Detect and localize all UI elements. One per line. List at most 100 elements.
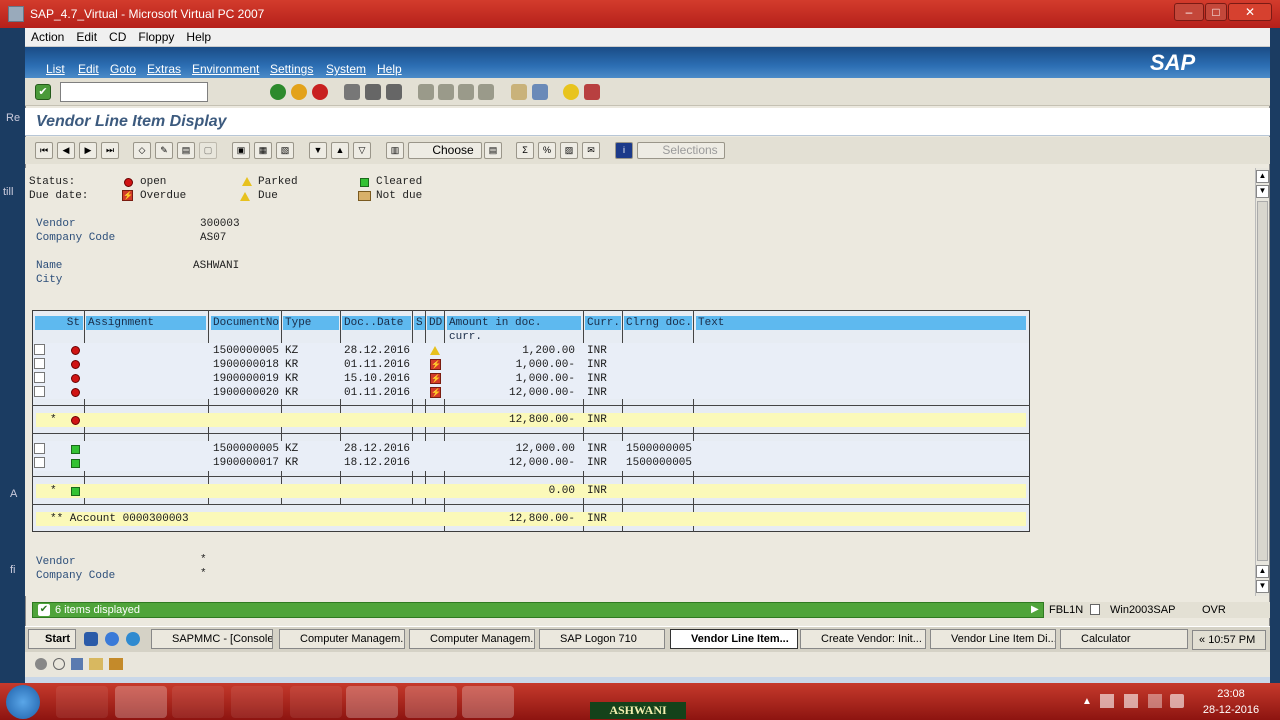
back-icon[interactable] bbox=[270, 84, 286, 100]
menu-floppy[interactable]: Floppy bbox=[132, 28, 180, 46]
col-header-amount[interactable]: Amount in doc. curr. bbox=[447, 316, 581, 343]
quick-launch-icon[interactable] bbox=[84, 632, 98, 646]
mouse-icon[interactable] bbox=[35, 658, 47, 670]
new-session-icon[interactable] bbox=[511, 84, 527, 100]
taskbar-item[interactable]: Calculator bbox=[1060, 629, 1188, 649]
detail-icon[interactable]: ▧ bbox=[276, 142, 294, 159]
previous-item-icon[interactable]: ◀ bbox=[57, 142, 75, 159]
help-icon[interactable] bbox=[563, 84, 579, 100]
document-number[interactable]: 1900000017 bbox=[213, 456, 279, 470]
row-checkbox[interactable] bbox=[34, 372, 45, 383]
document-number[interactable]: 1900000018 bbox=[213, 358, 279, 372]
row-checkbox[interactable] bbox=[34, 344, 45, 355]
document-number[interactable]: 1900000019 bbox=[213, 372, 279, 386]
taskbar-item[interactable]: Vendor Line Item Di... bbox=[930, 629, 1056, 649]
close-button[interactable]: ✕ bbox=[1228, 3, 1272, 21]
save-layout-icon[interactable]: ▤ bbox=[484, 142, 502, 159]
sap-menu-help[interactable]: Help bbox=[377, 62, 402, 76]
internet-explorer-icon[interactable] bbox=[56, 686, 108, 718]
taskbar-item-active[interactable]: Vendor Line Item... bbox=[670, 629, 798, 649]
sort-ascending-icon[interactable]: ▲ bbox=[331, 142, 349, 159]
minimize-button[interactable]: – bbox=[1174, 3, 1204, 21]
last-page-icon[interactable] bbox=[478, 84, 494, 100]
volume-icon[interactable] bbox=[1170, 694, 1184, 708]
col-header-s[interactable]: S bbox=[414, 316, 425, 330]
mass-change-icon[interactable]: ▤ bbox=[177, 142, 195, 159]
sap-menu-list[interactable]: List bbox=[46, 62, 65, 76]
taskbar-item[interactable]: SAPMMC - [Console... bbox=[151, 629, 273, 649]
start-button[interactable]: Start bbox=[28, 629, 76, 649]
col-header-dd[interactable]: DD bbox=[427, 316, 444, 330]
sap-menu-system[interactable]: System bbox=[326, 62, 366, 76]
filter-icon[interactable]: ▼ bbox=[309, 142, 327, 159]
first-item-icon[interactable]: ⏮ bbox=[35, 142, 53, 159]
command-field[interactable] bbox=[60, 82, 208, 102]
selections-button[interactable]: Selections bbox=[637, 142, 725, 159]
taskbar-item[interactable]: SAP Logon 710 bbox=[539, 629, 665, 649]
vlc-icon[interactable] bbox=[405, 686, 457, 718]
last-item-icon[interactable]: ⏭ bbox=[101, 142, 119, 159]
cancel-icon[interactable] bbox=[312, 84, 328, 100]
col-header-type[interactable]: Type bbox=[283, 316, 339, 330]
info-icon[interactable]: i bbox=[615, 142, 633, 159]
maximize-button[interactable]: □ bbox=[1205, 3, 1227, 21]
media-player-icon[interactable] bbox=[172, 686, 224, 718]
sap-menu-settings[interactable]: Settings bbox=[270, 62, 313, 76]
menu-help[interactable]: Help bbox=[180, 28, 217, 46]
col-header-clrng-doc[interactable]: Clrng doc. bbox=[624, 316, 692, 330]
select-all-icon[interactable]: ▣ bbox=[232, 142, 250, 159]
display-icon[interactable]: ◇ bbox=[133, 142, 151, 159]
sap-menu-extras[interactable]: Extras bbox=[147, 62, 181, 76]
find-icon[interactable] bbox=[365, 84, 381, 100]
vertical-scrollbar[interactable]: ▲ ▼ ▲ ▼ bbox=[1255, 168, 1269, 596]
next-page-icon[interactable] bbox=[458, 84, 474, 100]
col-header-curr[interactable]: Curr. bbox=[585, 316, 621, 330]
menu-action[interactable]: Action bbox=[25, 28, 70, 46]
row-checkbox[interactable] bbox=[34, 358, 45, 369]
network-signal-icon[interactable] bbox=[1148, 694, 1162, 708]
sum-icon[interactable]: Σ bbox=[516, 142, 534, 159]
col-header-doc-date[interactable]: Doc..Date bbox=[342, 316, 411, 330]
export-icon[interactable]: ▨ bbox=[560, 142, 578, 159]
virtual-pc-taskbar-icon[interactable] bbox=[346, 686, 398, 718]
deselect-icon[interactable]: ▦ bbox=[254, 142, 272, 159]
subtotal-icon[interactable]: % bbox=[538, 142, 556, 159]
exit-icon[interactable] bbox=[291, 84, 307, 100]
row-checkbox[interactable] bbox=[34, 443, 45, 454]
sap-menu-goto[interactable]: Goto bbox=[110, 62, 136, 76]
choose-button[interactable]: Choose bbox=[408, 142, 482, 159]
col-header-text[interactable]: Text bbox=[696, 316, 1026, 330]
clearing-document[interactable]: 1500000005 bbox=[626, 456, 692, 470]
status-expand-icon[interactable]: ▶ bbox=[1031, 604, 1041, 616]
taskbar-item[interactable]: Computer Managem... bbox=[409, 629, 535, 649]
sap-menu-edit[interactable]: Edit bbox=[78, 62, 99, 76]
windows-start-orb-icon[interactable] bbox=[6, 685, 40, 719]
col-header-assignment[interactable]: Assignment bbox=[86, 316, 206, 330]
sort-descending-icon[interactable]: ▽ bbox=[353, 142, 371, 159]
print-icon[interactable] bbox=[344, 84, 360, 100]
quick-launch-icon[interactable] bbox=[105, 632, 119, 646]
previous-page-icon[interactable] bbox=[438, 84, 454, 100]
network-icon[interactable] bbox=[109, 658, 123, 670]
next-item-icon[interactable]: ▶ bbox=[79, 142, 97, 159]
tray-icon[interactable] bbox=[1124, 694, 1138, 708]
gallery-icon[interactable] bbox=[462, 686, 514, 718]
taskbar-item[interactable]: Computer Managem... bbox=[279, 629, 405, 649]
document-number[interactable]: 1900000020 bbox=[213, 386, 279, 400]
document-number[interactable]: 1500000005 bbox=[213, 344, 279, 358]
document-number[interactable]: 1500000005 bbox=[213, 442, 279, 456]
first-page-icon[interactable] bbox=[418, 84, 434, 100]
find-next-icon[interactable] bbox=[386, 84, 402, 100]
firefox-icon[interactable] bbox=[290, 686, 342, 718]
action-center-icon[interactable] bbox=[1100, 694, 1114, 708]
row-checkbox[interactable] bbox=[34, 457, 45, 468]
show-hidden-icons-icon[interactable]: ▲ bbox=[1082, 696, 1092, 707]
enter-icon[interactable]: ✔ bbox=[35, 84, 51, 100]
row-checkbox[interactable] bbox=[34, 386, 45, 397]
cd-icon[interactable] bbox=[53, 658, 65, 670]
col-header-status[interactable]: St bbox=[35, 316, 83, 330]
layout-menu-icon[interactable] bbox=[584, 84, 600, 100]
outlook-icon[interactable] bbox=[231, 686, 283, 718]
col-header-documentno[interactable]: DocumentNo bbox=[211, 316, 279, 330]
scroll-thumb[interactable] bbox=[1257, 201, 1268, 561]
